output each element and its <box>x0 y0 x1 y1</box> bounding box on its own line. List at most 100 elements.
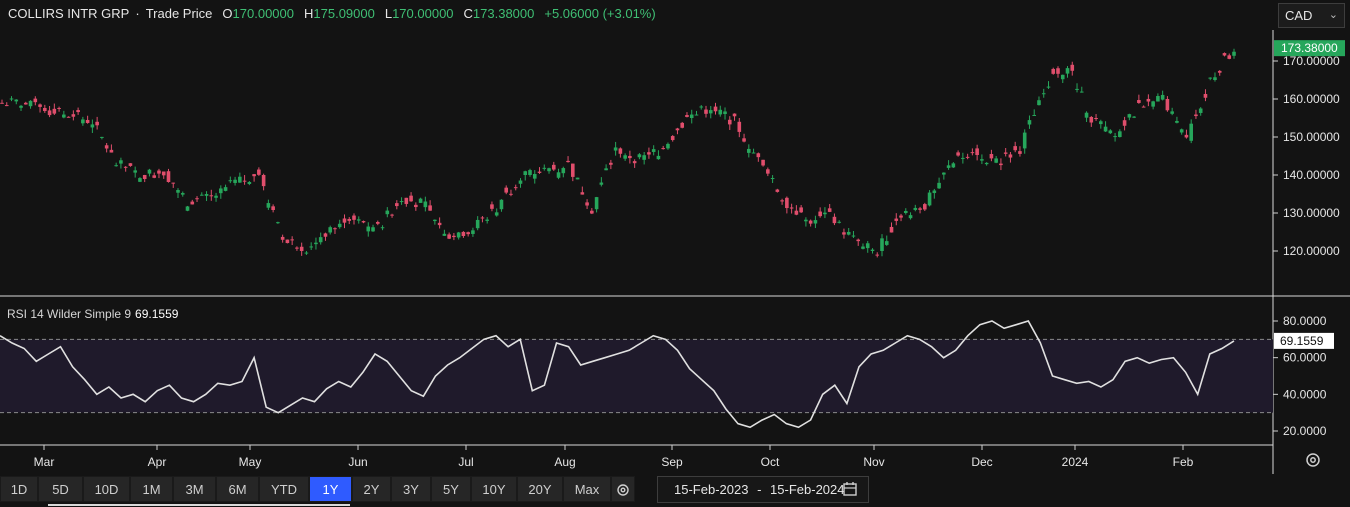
separator: · <box>135 6 140 21</box>
candle-body <box>661 148 665 150</box>
candle-body <box>1060 74 1065 80</box>
range-button-2y[interactable]: 2Y <box>352 476 391 502</box>
range-button-3y[interactable]: 3Y <box>391 476 431 502</box>
candle-body <box>785 197 789 209</box>
candle-body <box>523 171 528 175</box>
candle-body <box>475 219 480 229</box>
candle-body <box>865 243 870 249</box>
candle-body <box>171 182 176 184</box>
price-tick-label: 150.00000 <box>1283 130 1340 144</box>
candle-body <box>894 218 899 221</box>
range-button-1m[interactable]: 1M <box>130 476 173 502</box>
candle-body <box>994 158 998 163</box>
candle-body <box>685 115 689 117</box>
candle-body <box>571 163 575 177</box>
candle-body <box>580 192 585 195</box>
close-value: 173.38000 <box>472 6 535 21</box>
candle-body <box>290 239 294 241</box>
candle-body <box>704 109 708 114</box>
candle-body <box>9 98 14 100</box>
open-block: O170.00000 <box>222 6 294 26</box>
candle-body <box>433 219 437 222</box>
candle-body <box>1227 55 1232 59</box>
candle-body <box>90 124 95 128</box>
candle-body <box>314 242 318 245</box>
candle-body <box>951 163 956 168</box>
candle-body <box>723 111 727 115</box>
candle-body <box>1170 111 1174 114</box>
candle-body <box>233 179 237 183</box>
candle-body <box>837 221 841 223</box>
candle-body <box>428 205 432 211</box>
x-tick-label: Mar <box>34 455 55 469</box>
candle-body <box>956 152 960 156</box>
range-settings-gear-icon[interactable] <box>611 476 635 502</box>
calendar-icon[interactable] <box>842 480 858 501</box>
date-range-picker[interactable]: 15-Feb-2023 - 15-Feb-2024 <box>657 476 869 503</box>
candle-body <box>14 99 19 102</box>
candle-body <box>528 170 532 175</box>
currency-select[interactable]: CAD ⌄ <box>1278 3 1345 28</box>
candle-body <box>732 113 737 117</box>
candle-body <box>247 181 252 184</box>
rsi-title: RSI 14 Wilder Simple 9 <box>7 307 132 321</box>
range-button-1d[interactable]: 1D <box>0 476 38 502</box>
candle-body <box>923 204 927 210</box>
range-button-1y[interactable]: 1Y <box>309 476 352 502</box>
candle-body <box>62 114 66 118</box>
candle-body <box>699 106 704 108</box>
candle-body <box>76 110 80 113</box>
candle-body <box>1122 120 1127 126</box>
x-tick-label: May <box>239 455 262 469</box>
candle-body <box>152 175 157 178</box>
rsi-tick-label: 20.0000 <box>1283 424 1327 438</box>
candle-body <box>618 148 623 154</box>
chart-canvas: 120.00000 130.00000 140.00000 150.00000 160.… <box>0 30 1350 474</box>
candle-body <box>932 190 937 194</box>
candle-body <box>147 169 152 174</box>
candle-body <box>842 232 846 235</box>
candle-body <box>47 110 52 116</box>
candle-body <box>442 233 447 236</box>
candle-body <box>989 154 994 159</box>
candle-body <box>337 223 342 228</box>
candle-body <box>466 232 470 235</box>
range-button-10d[interactable]: 10D <box>83 476 130 502</box>
range-button-6m[interactable]: 6M <box>216 476 259 502</box>
candle-body <box>637 154 642 158</box>
candle-body <box>1003 152 1008 154</box>
range-button-5d[interactable]: 5D <box>38 476 83 502</box>
candle-body <box>727 119 732 125</box>
candle-body <box>908 215 913 219</box>
candle-body <box>447 234 451 239</box>
candle-body <box>104 145 109 149</box>
candle-body <box>1198 108 1203 113</box>
candle-body <box>609 162 613 165</box>
candle-body <box>884 241 889 245</box>
candle-body <box>984 162 989 165</box>
candle-body <box>385 210 390 215</box>
candle-body <box>946 165 951 168</box>
candle-body <box>333 228 337 230</box>
range-button-ytd[interactable]: YTD <box>259 476 309 502</box>
candle-body <box>656 155 661 160</box>
candle-body <box>1113 136 1117 138</box>
range-button-max[interactable]: Max <box>563 476 611 502</box>
candle-body <box>1089 116 1094 123</box>
range-button-3m[interactable]: 3M <box>173 476 216 502</box>
candle-body <box>1032 114 1037 116</box>
chart-settings-gear-icon[interactable] <box>1304 451 1322 469</box>
candle-body <box>756 153 761 158</box>
range-button-20y[interactable]: 20Y <box>517 476 563 502</box>
last-price-label: 173.38000 <box>1281 41 1338 55</box>
candle-body <box>537 171 542 173</box>
candle-body <box>19 105 23 108</box>
range-button-10y[interactable]: 10Y <box>471 476 517 502</box>
range-button-5y[interactable]: 5Y <box>431 476 471 502</box>
candle-body <box>252 174 256 177</box>
price-tick-label: 130.00000 <box>1283 206 1340 220</box>
candle-body <box>295 247 299 249</box>
candle-body <box>223 187 228 191</box>
candle-body <box>1132 116 1136 118</box>
price-header: COLLIRS INTR GRP · Trade Price O170.0000… <box>8 6 656 26</box>
